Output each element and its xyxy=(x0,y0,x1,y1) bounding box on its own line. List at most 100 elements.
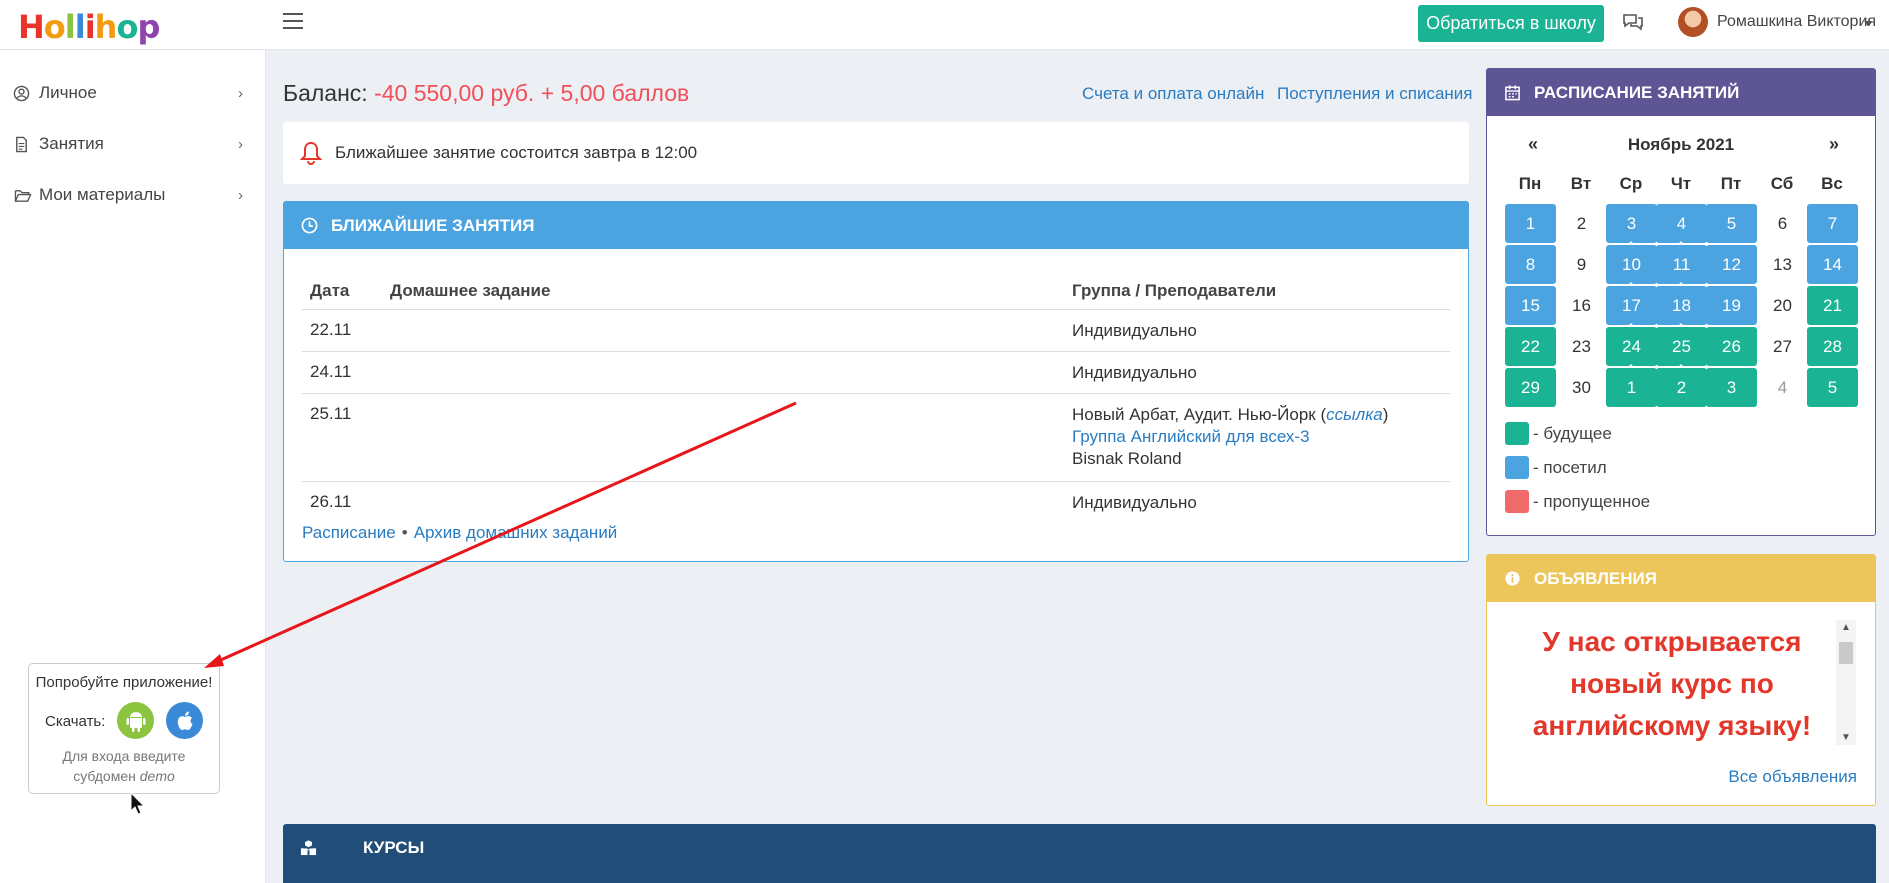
calendar-day[interactable]: 16 xyxy=(1556,286,1607,325)
homework-archive-link[interactable]: Архив домашних заданий xyxy=(414,523,618,542)
mouse-cursor-icon xyxy=(130,792,146,815)
logo-letter: l xyxy=(74,8,86,46)
folder-open-icon xyxy=(14,189,32,202)
calendar-day[interactable]: 13 xyxy=(1757,245,1808,284)
calendar-day[interactable]: 4 xyxy=(1656,204,1707,247)
lesson-group-link[interactable]: Индивидуально xyxy=(1072,320,1197,342)
sidebar-item-lessons[interactable]: Занятия › xyxy=(0,124,266,164)
calendar-day[interactable]: 11 xyxy=(1656,245,1707,288)
weekday-header: Сб xyxy=(1770,174,1794,193)
separator: • xyxy=(401,523,408,542)
promo-note-prefix: субдомен xyxy=(73,768,136,784)
hollihop-logo[interactable]: Hollihop xyxy=(18,8,160,46)
calendar-day[interactable]: 22 xyxy=(1505,327,1556,366)
lesson-group-link[interactable]: Индивидуально xyxy=(1072,362,1197,384)
calendar-day[interactable]: 20 xyxy=(1757,286,1808,325)
scrollbar-thumb[interactable] xyxy=(1839,642,1853,664)
calendar-day[interactable]: 28 xyxy=(1807,327,1858,366)
panel-header: РАСПИСАНИЕ ЗАНЯТИЙ xyxy=(1487,69,1875,116)
calendar-day[interactable]: 6 xyxy=(1757,204,1808,243)
clock-icon xyxy=(301,217,318,234)
announcement-text: У нас открывается новый курс по английск… xyxy=(1532,626,1812,741)
calendar-day[interactable]: 3 xyxy=(1606,204,1657,247)
lesson-group-link[interactable]: Группа Английский для всех-3 xyxy=(1072,427,1310,446)
all-announcements-link[interactable]: Все объявления xyxy=(1728,767,1857,787)
table-row: 24.11 Индивидуально xyxy=(302,352,1450,394)
chevron-right-icon: › xyxy=(238,186,243,204)
calendar-day[interactable]: 30 xyxy=(1556,368,1607,407)
menu-toggle-icon[interactable] xyxy=(283,13,303,31)
calendar-day[interactable]: 27 xyxy=(1757,327,1808,366)
announcements-panel: ОБЪЯВЛЕНИЯ У нас открывается новый курс … xyxy=(1486,554,1876,806)
calendar-day[interactable]: 17 xyxy=(1606,286,1657,329)
calendar-day[interactable]: 25 xyxy=(1656,327,1707,370)
chevron-down-icon[interactable] xyxy=(1864,21,1872,26)
calendar-month: Ноябрь 2021 xyxy=(1627,135,1735,154)
calendar-day[interactable]: 19 xyxy=(1706,286,1757,325)
location-link[interactable]: ссылка xyxy=(1326,405,1383,424)
calendar-day[interactable]: 23 xyxy=(1556,327,1607,366)
avatar[interactable] xyxy=(1678,7,1708,37)
chevron-right-icon: › xyxy=(238,135,243,153)
bell-icon xyxy=(300,141,322,165)
calendar-day[interactable]: 10 xyxy=(1606,245,1657,288)
sidebar-item-materials[interactable]: Мои материалы › xyxy=(0,175,266,215)
scroll-down-icon[interactable]: ▼ xyxy=(1841,732,1851,743)
promo-note: Для входа введите субдомен demo xyxy=(29,746,219,786)
android-app-button[interactable] xyxy=(117,702,154,739)
calendar-day[interactable]: 24 xyxy=(1606,327,1657,370)
announcement-scrollbar[interactable]: ▲ ▼ xyxy=(1836,620,1856,745)
calendar-day[interactable]: 7 xyxy=(1807,204,1858,243)
logo-letter: o xyxy=(116,8,138,46)
legend-swatch xyxy=(1505,490,1529,513)
contact-school-button[interactable]: Обратиться в школу xyxy=(1418,5,1604,42)
calendar-day[interactable]: 4 xyxy=(1757,368,1808,407)
calendar-day[interactable]: 5 xyxy=(1807,368,1858,407)
column-header-homework: Домашнее задание xyxy=(390,281,551,300)
calendar-day[interactable]: 2 xyxy=(1656,368,1707,407)
legend-item: - будущее xyxy=(1505,422,1612,445)
sidebar-item-label: Личное xyxy=(39,83,97,102)
sidebar-item-label: Занятия xyxy=(39,134,104,153)
calendar-day[interactable]: 29 xyxy=(1505,368,1556,407)
calendar-day[interactable]: 26 xyxy=(1706,327,1757,366)
cubes-icon xyxy=(300,839,317,856)
calendar-day[interactable]: 18 xyxy=(1656,286,1707,329)
calendar-day[interactable]: 12 xyxy=(1706,245,1757,284)
ios-app-button[interactable] xyxy=(166,702,203,739)
calendar-day[interactable]: 9 xyxy=(1556,245,1607,284)
sidebar: Личное › Занятия › Мои материалы › Попро… xyxy=(0,50,266,883)
panel-header: БЛИЖАЙШИЕ ЗАНЯТИЯ xyxy=(284,202,1468,249)
upcoming-lessons-panel: БЛИЖАЙШИЕ ЗАНЯТИЯ Дата Домашнее задание … xyxy=(283,201,1469,562)
legend-label: - будущее xyxy=(1533,423,1612,443)
calendar-day[interactable]: 2 xyxy=(1556,204,1607,243)
chat-icon[interactable] xyxy=(1622,12,1644,32)
sidebar-item-personal[interactable]: Личное › xyxy=(0,73,266,113)
lesson-location: Новый Арбат, Аудит. Нью-Йорк (ссылка) xyxy=(1072,404,1388,426)
calendar-day[interactable]: 1 xyxy=(1606,368,1657,407)
promo-note-line: Для входа введите xyxy=(62,748,186,764)
calendar-day[interactable]: 3 xyxy=(1706,368,1757,407)
calendar-day[interactable]: 1 xyxy=(1505,204,1556,243)
calendar-day[interactable]: 8 xyxy=(1505,245,1556,284)
logo-letter: o xyxy=(43,8,66,46)
next-month-button[interactable]: » xyxy=(1829,134,1839,155)
table-row: 22.11 Индивидуально xyxy=(302,310,1450,352)
scroll-up-icon[interactable]: ▲ xyxy=(1841,622,1851,633)
schedule-panel: РАСПИСАНИЕ ЗАНЯТИЙ « Ноябрь 2021 » Пн Вт С… xyxy=(1486,68,1876,536)
legend-label: - пропущенное xyxy=(1533,491,1651,511)
calendar-day[interactable]: 21 xyxy=(1807,286,1858,325)
calendar-day[interactable]: 14 xyxy=(1807,245,1858,284)
transactions-link[interactable]: Поступления и списания xyxy=(1277,84,1473,104)
invoices-link[interactable]: Счета и оплата онлайн xyxy=(1082,84,1264,104)
user-name[interactable]: Ромашкина Виктория xyxy=(1717,13,1876,31)
apple-icon xyxy=(177,711,192,730)
schedule-link[interactable]: Расписание xyxy=(302,523,396,542)
balance-label: Баланс: xyxy=(283,80,368,106)
calendar-day[interactable]: 5 xyxy=(1706,204,1757,243)
document-icon xyxy=(16,136,27,152)
weekday-header: Пн xyxy=(1518,174,1542,193)
panel-title: РАСПИСАНИЕ ЗАНЯТИЙ xyxy=(1534,83,1740,102)
lesson-group-link[interactable]: Индивидуально xyxy=(1072,492,1197,514)
calendar-day[interactable]: 15 xyxy=(1505,286,1556,325)
